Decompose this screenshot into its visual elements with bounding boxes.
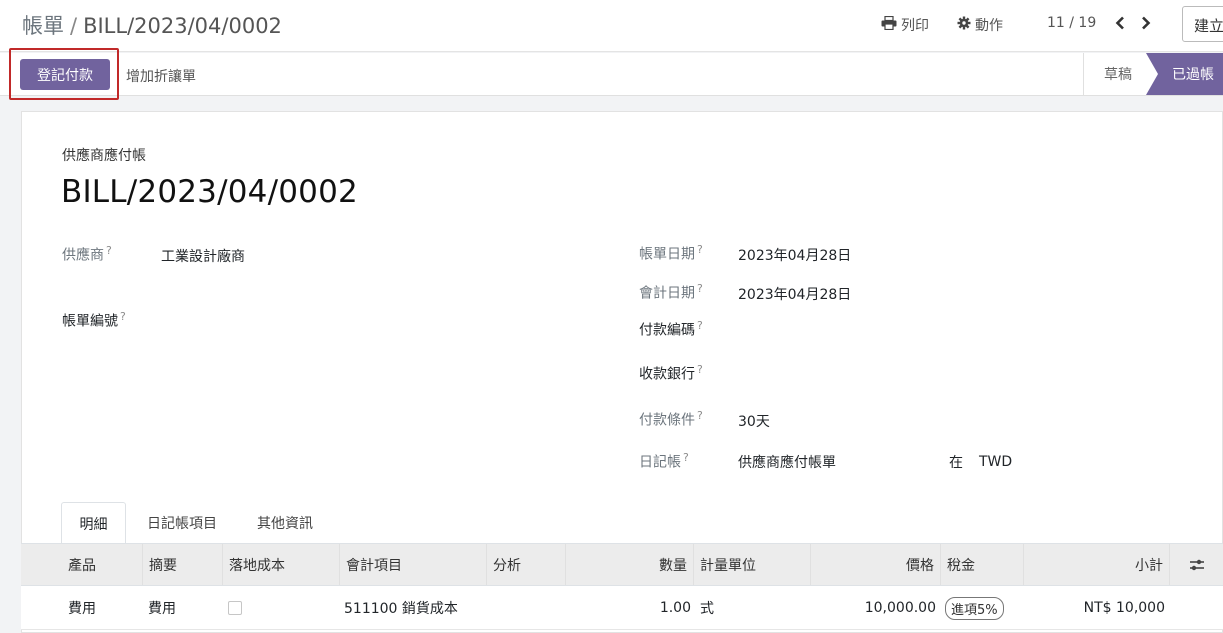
chevron-left-icon — [1115, 16, 1124, 30]
column-account[interactable]: 會計項目 — [339, 544, 486, 585]
breadcrumb-root[interactable]: 帳單 — [22, 14, 64, 38]
column-taxes[interactable]: 稅金 — [940, 544, 1023, 585]
accounting-date-field[interactable]: 2023年04月28日 — [738, 284, 851, 304]
table-row[interactable]: 費用 費用 511100 銷貨成本 1.00 式 10,000.00 進項5% … — [21, 586, 1223, 630]
register-payment-button[interactable]: 登記付款 — [20, 59, 110, 90]
lines-table-header: 產品 摘要 落地成本 會計項目 分析 數量 計量單位 價格 稅金 小計 — [21, 543, 1223, 586]
print-button[interactable]: 列印 — [881, 15, 929, 35]
accounting-date-label: 會計日期? — [639, 282, 703, 302]
column-subtotal[interactable]: 小計 — [1023, 544, 1169, 585]
optional-columns-button[interactable] — [1169, 544, 1223, 585]
help-icon[interactable]: ? — [120, 310, 126, 323]
cell-landed-cost[interactable] — [228, 586, 242, 630]
bill-date-label: 帳單日期? — [639, 243, 703, 263]
currency-field[interactable]: TWD — [979, 454, 1012, 470]
journal-field[interactable]: 供應商應付帳單 — [738, 452, 836, 472]
tax-tag[interactable]: 進項5% — [945, 596, 1004, 620]
control-panel: 帳單 / BILL/2023/04/0002 列印 動作 11 / 19 建立 — [0, 0, 1223, 52]
payment-reference-label: 付款編碼? — [639, 319, 703, 339]
pager-value[interactable]: 11 / 19 — [1047, 15, 1096, 31]
help-icon[interactable]: ? — [697, 243, 703, 256]
tab-other-info[interactable]: 其他資訊 — [240, 502, 330, 544]
column-landed-cost[interactable]: 落地成本 — [222, 544, 339, 585]
print-label: 列印 — [901, 18, 929, 34]
help-icon[interactable]: ? — [697, 409, 703, 422]
breadcrumb-separator: / — [70, 14, 78, 38]
payment-terms-field[interactable]: 30天 — [738, 411, 770, 431]
cell-uom[interactable]: 式 — [700, 586, 714, 630]
create-button[interactable]: 建立 — [1182, 6, 1223, 42]
cell-account[interactable]: 511100 銷貨成本 — [344, 586, 458, 630]
chevron-right-icon — [1142, 16, 1151, 30]
stage-draft[interactable]: 草稿 — [1083, 53, 1153, 95]
help-icon[interactable]: ? — [106, 244, 112, 257]
document-number: BILL/2023/04/0002 — [61, 174, 358, 210]
column-quantity[interactable]: 數量 — [565, 544, 693, 585]
action-label: 動作 — [975, 18, 1003, 34]
sliders-icon — [1189, 559, 1204, 570]
gear-icon — [957, 16, 971, 34]
pager-next-button[interactable] — [1138, 13, 1154, 33]
vendor-label: 供應商? — [62, 244, 112, 264]
cell-taxes[interactable]: 進項5% — [945, 586, 1004, 630]
landed-cost-checkbox[interactable] — [228, 601, 242, 615]
journal-label: 日記帳? — [639, 451, 689, 471]
cell-subtotal: NT$ 10,000 — [1083, 600, 1165, 616]
cell-label[interactable]: 費用 — [148, 586, 176, 630]
tab-invoice-lines[interactable]: 明細 — [61, 502, 126, 544]
cell-product[interactable]: 費用 — [68, 586, 96, 630]
journal-in-label: 在 — [949, 455, 963, 471]
column-price[interactable]: 價格 — [810, 544, 940, 585]
breadcrumb: 帳單 / BILL/2023/04/0002 — [22, 10, 282, 40]
payment-terms-label: 付款條件? — [639, 409, 703, 429]
column-label[interactable]: 摘要 — [142, 544, 222, 585]
action-button[interactable]: 動作 — [957, 15, 1003, 35]
help-icon[interactable]: ? — [697, 282, 703, 295]
document-type: 供應商應付帳 — [62, 148, 146, 164]
help-icon[interactable]: ? — [697, 363, 703, 376]
pager-previous-button[interactable] — [1112, 13, 1128, 33]
breadcrumb-current: BILL/2023/04/0002 — [83, 14, 282, 38]
help-icon[interactable]: ? — [697, 319, 703, 332]
cell-quantity[interactable]: 1.00 — [565, 586, 691, 630]
help-icon[interactable]: ? — [683, 451, 689, 464]
print-icon — [881, 15, 897, 34]
bill-reference-label: 帳單編號? — [62, 310, 126, 330]
recipient-bank-label: 收款銀行? — [639, 363, 703, 383]
cell-price[interactable]: 10,000.00 — [810, 586, 936, 630]
bill-date-field[interactable]: 2023年04月28日 — [738, 245, 851, 265]
tab-journal-items[interactable]: 日記帳項目 — [130, 502, 234, 544]
column-uom[interactable]: 計量單位 — [693, 544, 810, 585]
vendor-field[interactable]: 工業設計廠商 — [161, 246, 245, 266]
add-credit-note-button[interactable]: 增加折讓單 — [126, 66, 196, 86]
column-analytic[interactable]: 分析 — [486, 544, 565, 585]
